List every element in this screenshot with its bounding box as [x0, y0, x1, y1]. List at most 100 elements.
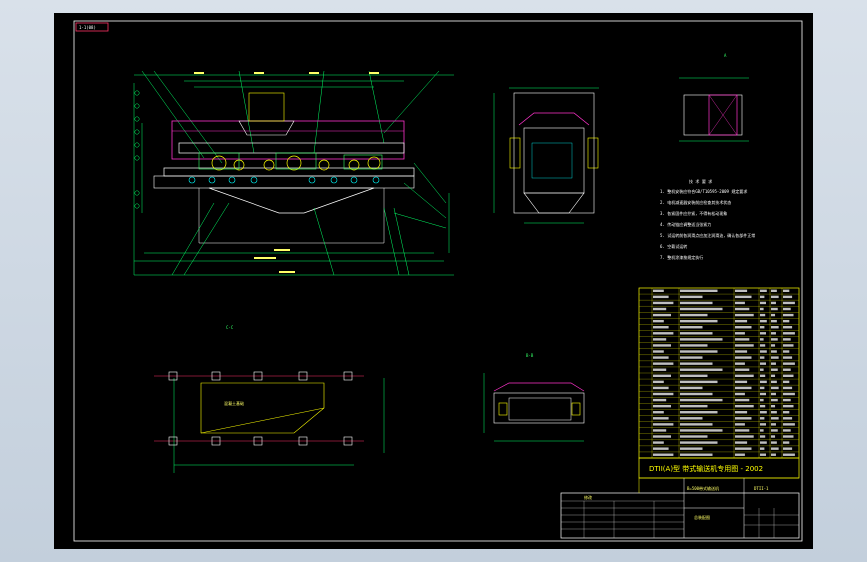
parts-cell-glyph — [771, 392, 776, 396]
parts-cell-glyph — [771, 295, 779, 299]
view-a: A — [679, 53, 749, 142]
parts-cell-glyph — [783, 362, 795, 365]
tech-notes: 技 术 要 求 1. 整机安装应符合GB/T10595-2009 规定要求 2.… — [660, 178, 755, 260]
note-3: 3. 各紧固件应拧紧，不得有松动现象 — [660, 210, 727, 216]
parts-cell-glyph — [680, 453, 713, 456]
parts-cell-glyph — [771, 380, 777, 384]
parts-cell-glyph — [653, 307, 667, 311]
parts-cell-glyph — [735, 447, 752, 450]
parts-cell-glyph — [735, 356, 752, 359]
note-7: 7. 整机涂漆按规定执行 — [660, 254, 703, 260]
parts-cell-glyph — [771, 319, 777, 323]
parts-cell-glyph — [771, 447, 779, 450]
parts-cell-glyph — [680, 368, 723, 371]
parts-cell-glyph — [680, 319, 718, 323]
frame-tag: 1-1(08) — [79, 25, 96, 30]
parts-cell-glyph — [653, 326, 669, 329]
parts-cell-glyph — [760, 344, 766, 347]
parts-cell-glyph — [653, 338, 667, 341]
parts-cell-glyph — [680, 441, 718, 444]
parts-cell-glyph — [760, 338, 764, 341]
parts-cell-glyph — [783, 368, 791, 371]
parts-cell-glyph — [771, 368, 778, 371]
parts-cell-glyph — [653, 417, 669, 420]
note-6: 6. 空载试运转 — [660, 243, 687, 249]
parts-cell-glyph — [760, 326, 765, 329]
parts-cell-glyph — [680, 289, 718, 292]
parts-cell-glyph — [653, 368, 667, 371]
parts-cell-glyph — [760, 423, 766, 426]
parts-cell-glyph — [783, 319, 790, 323]
parts-cell-glyph — [783, 313, 794, 317]
notes-header: 技 术 要 求 — [689, 178, 712, 184]
parts-cell-glyph — [760, 295, 765, 299]
parts-cell-glyph — [653, 319, 664, 323]
parts-cell-glyph — [653, 301, 674, 305]
parts-cell-glyph — [783, 392, 795, 396]
note-1: 1. 整机安装应符合GB/T10595-2009 规定要求 — [660, 188, 747, 194]
parts-cell-glyph — [653, 362, 674, 365]
note-2: 2. 电机减速器安装前应检查其技术状态 — [660, 199, 731, 205]
parts-cell-glyph — [735, 386, 752, 390]
parts-cell-glyph — [760, 374, 766, 377]
parts-cell-glyph — [771, 386, 779, 390]
parts-cell-glyph — [760, 307, 764, 311]
title-company: DTII(A)型 带式输送机专用图 - 2002 — [649, 464, 763, 473]
parts-cell-glyph — [680, 429, 723, 432]
parts-cell-glyph — [735, 313, 754, 317]
parts-cell-glyph — [771, 453, 776, 456]
parts-cell-glyph — [771, 356, 779, 359]
note-4: 4. 传动链应调整适当张紧力 — [660, 221, 711, 227]
title-drawing-name: B=500带式输送机 — [687, 485, 719, 491]
parts-cell-glyph — [735, 429, 750, 432]
parts-cell-glyph — [760, 313, 766, 317]
parts-cell-glyph — [783, 447, 793, 450]
title-sheet-label: 总装配图 — [694, 514, 710, 520]
parts-cell-glyph — [735, 295, 752, 299]
parts-cell-glyph — [771, 338, 778, 341]
parts-cell-glyph — [760, 362, 766, 365]
parts-cell-glyph — [680, 338, 723, 341]
parts-cell-glyph — [783, 441, 790, 444]
parts-cell-glyph — [653, 392, 674, 396]
parts-cell-glyph — [760, 301, 766, 305]
parts-cell-glyph — [680, 404, 708, 408]
parts-cell-glyph — [771, 374, 776, 377]
parts-cell-glyph — [760, 368, 764, 371]
parts-cell-glyph — [771, 398, 778, 402]
parts-cell-glyph — [760, 435, 766, 438]
parts-cell-glyph — [680, 362, 713, 365]
view-a-label: A — [724, 53, 727, 58]
parts-cell-glyph — [680, 386, 703, 390]
parts-cell-glyph — [680, 301, 713, 305]
section-view-bb: B-B — [483, 353, 585, 442]
parts-cell-glyph — [735, 398, 750, 402]
parts-cell-glyph — [653, 423, 674, 426]
parts-cell-glyph — [783, 423, 795, 426]
parts-cell-glyph — [771, 417, 779, 420]
parts-cell-glyph — [783, 338, 791, 341]
parts-cell-glyph — [783, 398, 791, 402]
cad-drawing: 1-1(08) A C-C 混凝土基础 B-B 技 术 要 求 1. 整机安装应… — [73, 20, 803, 542]
parts-cell-glyph — [653, 429, 667, 432]
parts-cell-glyph — [783, 380, 790, 384]
parts-cell-glyph — [771, 307, 778, 311]
parts-cell-glyph — [653, 447, 669, 450]
parts-cell-glyph — [760, 356, 765, 359]
parts-cell-glyph — [735, 338, 750, 341]
parts-cell-glyph — [735, 411, 748, 414]
parts-cell-glyph — [680, 356, 703, 359]
view-b-label: B-B — [526, 353, 534, 358]
parts-cell-glyph — [680, 344, 708, 347]
parts-cell-glyph — [653, 386, 669, 390]
parts-list — [638, 287, 800, 459]
parts-cell-glyph — [680, 417, 703, 420]
parts-cell-glyph — [771, 404, 776, 408]
parts-cell-glyph — [760, 398, 764, 402]
parts-cell-glyph — [680, 374, 708, 377]
parts-cell-glyph — [735, 453, 745, 456]
hatch-label: 混凝土基础 — [224, 400, 244, 406]
parts-cell-glyph — [653, 441, 664, 444]
section-label: C-C — [226, 325, 234, 330]
parts-cell-glyph — [735, 350, 748, 353]
